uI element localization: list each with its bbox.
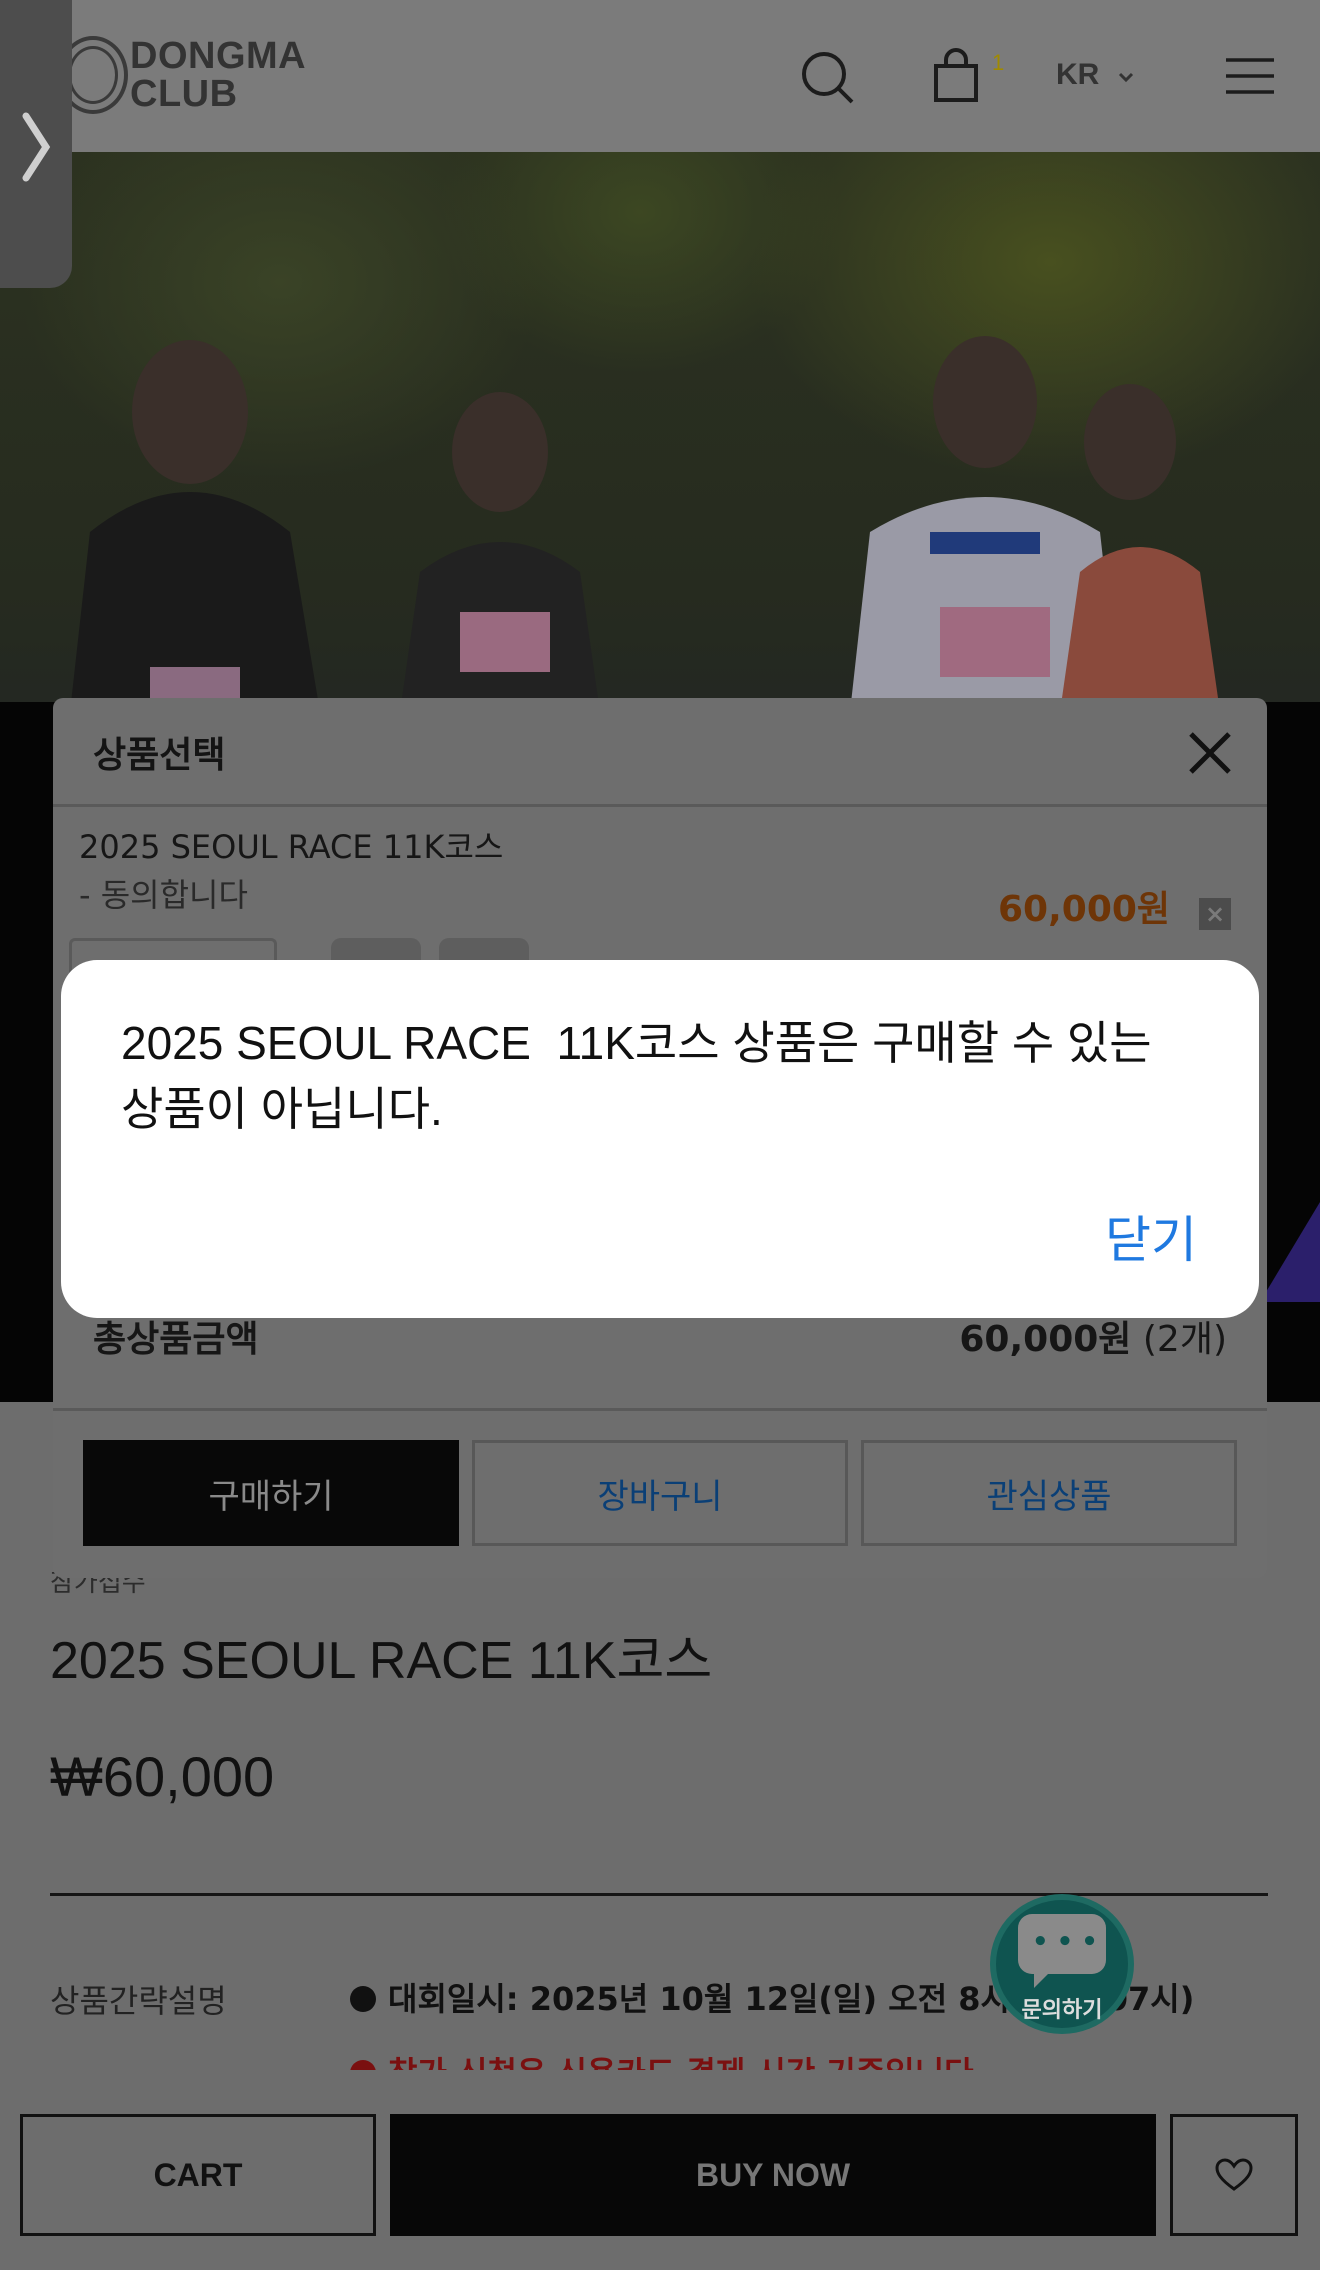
buy-now-button[interactable]: BUY NOW [390, 2114, 1156, 2236]
inquiry-chat-button[interactable]: ••• 문의하기 [996, 1900, 1128, 2028]
chevron-right-icon [22, 112, 51, 182]
summary-label: 상품간략설명 [50, 1982, 227, 2020]
product-title: 2025 SEOUL RACE 11K코스 [50, 1632, 713, 1690]
summary-notice: 참가 신청은 신용카드 결제 시간 기준입니다 [350, 2048, 974, 2070]
remove-option-icon[interactable]: × [1199, 898, 1231, 930]
runners-photo [70, 336, 1220, 712]
cart-count-badge: 1 [992, 50, 1005, 75]
divider [50, 1893, 1268, 1896]
option-name: 2025 SEOUL RACE 11K코스 [79, 828, 504, 866]
alert-close-button[interactable]: 닫기 [1105, 1200, 1197, 1272]
option-price: 60,000원 [998, 889, 1171, 930]
cart-button[interactable]: CART [20, 2114, 376, 2236]
add-to-cart-button[interactable]: 장바구니 [472, 1440, 848, 1546]
panel-title: 상품선택 [93, 735, 226, 776]
add-to-wishlist-button[interactable]: 관심상품 [861, 1440, 1237, 1546]
language-selector[interactable]: KR [1056, 58, 1136, 92]
chat-label: 문의하기 [1021, 1998, 1103, 2023]
search-icon[interactable] [798, 48, 858, 108]
close-icon[interactable] [1185, 728, 1235, 778]
alert-dialog: 2025 SEOUL RACE 11K코스 상품은 구매할 수 있는 상품이 아… [61, 960, 1259, 1318]
chevron-down-icon [1118, 72, 1133, 83]
side-drawer-tab[interactable] [0, 0, 72, 288]
shopping-bag-icon[interactable] [928, 48, 988, 108]
heart-icon [1215, 2158, 1253, 2191]
wishlist-button[interactable] [1170, 2114, 1298, 2236]
product-price: ₩60,000 [50, 1745, 275, 1808]
alert-message: 2025 SEOUL RACE 11K코스 상품은 구매할 수 있는 상품이 아… [121, 1017, 1152, 1135]
language-label: KR [1056, 58, 1100, 91]
logo-text: DONGMA CLUB [130, 35, 307, 115]
divider [53, 1408, 1267, 1411]
site-header: DONGMA CLUB 1 KR [0, 0, 1320, 152]
menu-icon[interactable] [1220, 48, 1280, 108]
logo[interactable]: DONGMA CLUB [58, 34, 307, 116]
divider [53, 804, 1267, 807]
bullet-icon [350, 1986, 376, 2012]
purchase-button[interactable]: 구매하기 [83, 1440, 459, 1546]
bullet-icon [350, 2060, 376, 2070]
option-agreement: - 동의합니다 [79, 876, 248, 914]
